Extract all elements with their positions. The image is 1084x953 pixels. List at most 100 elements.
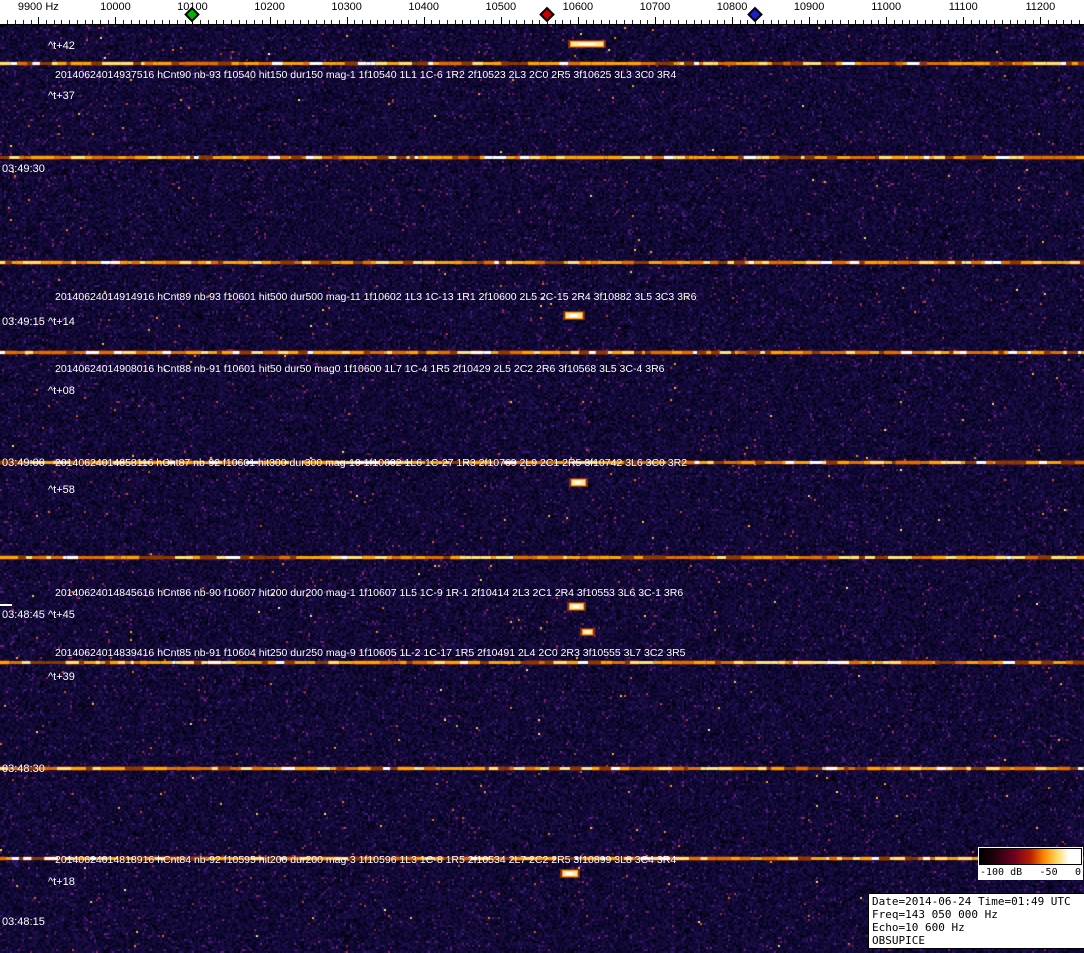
- detection-annotation: 20140624014845616 hCnt86 nb-90 f10607 hi…: [55, 587, 683, 599]
- ruler-tick: [963, 17, 964, 24]
- ruler-tick: [485, 20, 486, 24]
- ruler-tick: [948, 20, 949, 24]
- ruler-tick: [701, 20, 702, 24]
- freq-marker-blue-diamond[interactable]: [747, 7, 763, 23]
- ruler-tick: [570, 20, 571, 24]
- ruler-tick: [23, 20, 24, 24]
- time-label: 03:49:15: [2, 316, 45, 328]
- ruler-tick: [1010, 20, 1011, 24]
- ruler-tick: [69, 20, 70, 24]
- ruler-tick: [855, 20, 856, 24]
- ruler-tick: [246, 20, 247, 24]
- ruler-tick: [686, 20, 687, 24]
- detection-annotation: 20140624014818916 hCnt84 nb-92 f10595 hi…: [55, 854, 676, 866]
- ruler-tick: [909, 20, 910, 24]
- relative-time-mark: ^t+37: [48, 90, 75, 102]
- ruler-label: 10700: [640, 1, 671, 13]
- ruler-tick: [162, 20, 163, 24]
- ruler-tick: [85, 20, 86, 24]
- ruler-tick: [609, 20, 610, 24]
- ruler-tick: [146, 20, 147, 24]
- color-scale-legend: -100 dB -50 0: [978, 847, 1083, 880]
- ruler-tick: [647, 20, 648, 24]
- ruler-tick: [447, 20, 448, 24]
- relative-time-mark: ^t+42: [48, 40, 75, 52]
- ruler-tick: [1002, 20, 1003, 24]
- info-date-line: Date=2014-06-24 Time=01:49 UTC: [872, 895, 1082, 908]
- ruler-tick: [624, 20, 625, 24]
- ruler-tick: [270, 17, 271, 24]
- ruler-tick: [562, 20, 563, 24]
- time-label: 03:49:30: [2, 163, 45, 175]
- ruler-label: 10900: [794, 1, 825, 13]
- ruler-tick: [385, 20, 386, 24]
- ruler-tick: [108, 20, 109, 24]
- relative-time-mark: ^t+39: [48, 671, 75, 683]
- ruler-tick: [77, 20, 78, 24]
- ruler-tick: [478, 20, 479, 24]
- ruler-tick: [640, 20, 641, 24]
- ruler-tick: [393, 20, 394, 24]
- ruler-tick: [971, 20, 972, 24]
- ruler-tick: [586, 20, 587, 24]
- ruler-tick: [416, 20, 417, 24]
- scale-min-label: -100 dB: [980, 867, 1022, 878]
- ruler-tick: [347, 17, 348, 24]
- ruler-tick: [470, 20, 471, 24]
- ruler-tick: [871, 20, 872, 24]
- ruler-tick: [370, 20, 371, 24]
- ruler-tick: [601, 20, 602, 24]
- ruler-tick: [139, 20, 140, 24]
- time-edge-tick: [0, 604, 12, 606]
- ruler-tick: [786, 20, 787, 24]
- ruler-tick: [38, 17, 39, 24]
- ruler-tick: [894, 20, 895, 24]
- ruler-tick: [678, 20, 679, 24]
- ruler-tick: [123, 20, 124, 24]
- ruler-tick: [46, 20, 47, 24]
- time-label: 03:48:15: [2, 916, 45, 928]
- ruler-tick: [177, 20, 178, 24]
- ruler-tick: [878, 20, 879, 24]
- ruler-label: 10000: [100, 1, 131, 13]
- ruler-tick: [709, 20, 710, 24]
- ruler-tick: [694, 20, 695, 24]
- time-label: 03:48:30: [2, 763, 45, 775]
- waterfall-canvas[interactable]: [0, 25, 1084, 953]
- ruler-label: 11100: [949, 1, 978, 13]
- spectrogram-window: 9900 Hz100001010010200103001040010500106…: [0, 0, 1084, 953]
- ruler-tick: [401, 20, 402, 24]
- ruler-tick: [208, 20, 209, 24]
- ruler-tick: [493, 20, 494, 24]
- ruler-tick: [92, 20, 93, 24]
- ruler-label: 10300: [331, 1, 362, 13]
- ruler-tick: [1048, 20, 1049, 24]
- ruler-tick: [732, 17, 733, 24]
- ruler-tick: [501, 17, 502, 24]
- relative-time-mark: ^t+58: [48, 484, 75, 496]
- ruler-tick: [632, 20, 633, 24]
- freq-marker-red-diamond[interactable]: [539, 7, 555, 23]
- ruler-tick: [717, 20, 718, 24]
- ruler-tick: [169, 20, 170, 24]
- ruler-tick: [886, 17, 887, 24]
- ruler-tick: [578, 17, 579, 24]
- scale-mid-label: -50: [1040, 867, 1058, 878]
- ruler-tick: [825, 20, 826, 24]
- ruler-label: 10500: [486, 1, 517, 13]
- ruler-tick: [262, 20, 263, 24]
- ruler-tick: [663, 20, 664, 24]
- ruler-tick: [902, 20, 903, 24]
- ruler-tick: [593, 20, 594, 24]
- ruler-tick: [778, 20, 779, 24]
- relative-time-mark: ^t+08: [48, 385, 75, 397]
- ruler-label: 11000: [871, 1, 901, 13]
- ruler-tick: [231, 20, 232, 24]
- ruler-tick: [771, 20, 772, 24]
- ruler-tick: [555, 20, 556, 24]
- ruler-tick: [324, 20, 325, 24]
- ruler-tick: [285, 20, 286, 24]
- ruler-tick: [1017, 20, 1018, 24]
- ruler-tick: [747, 20, 748, 24]
- ruler-label: 10600: [563, 1, 594, 13]
